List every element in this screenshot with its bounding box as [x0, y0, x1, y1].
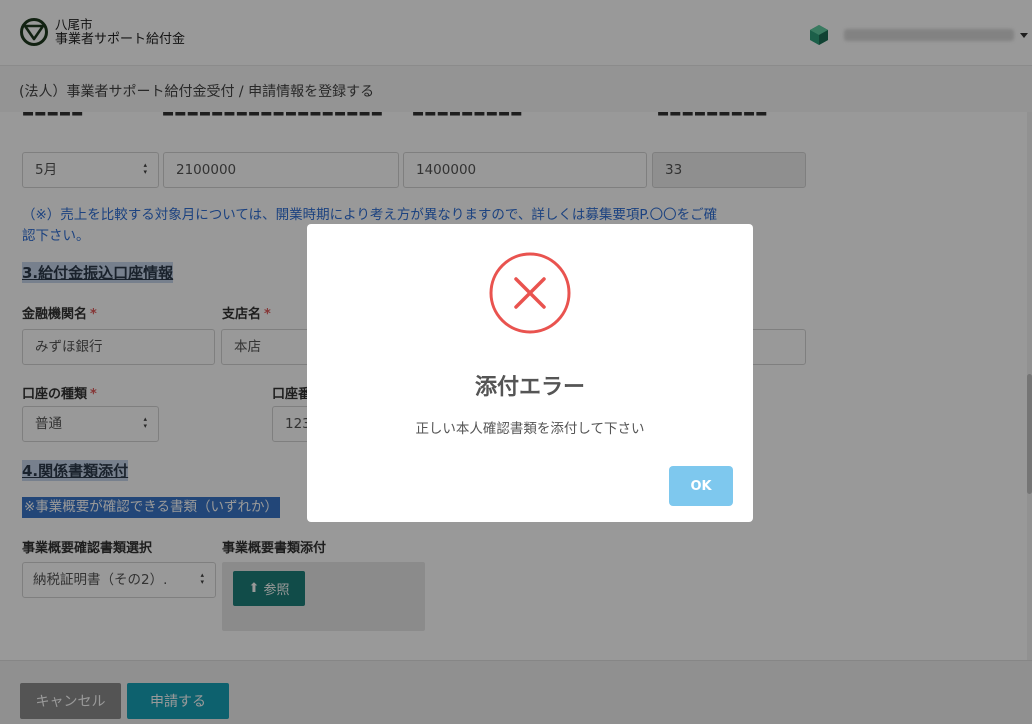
error-x-icon: [489, 252, 571, 334]
ok-button[interactable]: OK: [669, 466, 733, 506]
dialog-message: 正しい本人確認書類を添付して下さい: [415, 421, 645, 437]
error-dialog: 添付エラー 正しい本人確認書類を添付して下さい OK: [307, 224, 753, 522]
dialog-title: 添付エラー: [474, 375, 585, 400]
